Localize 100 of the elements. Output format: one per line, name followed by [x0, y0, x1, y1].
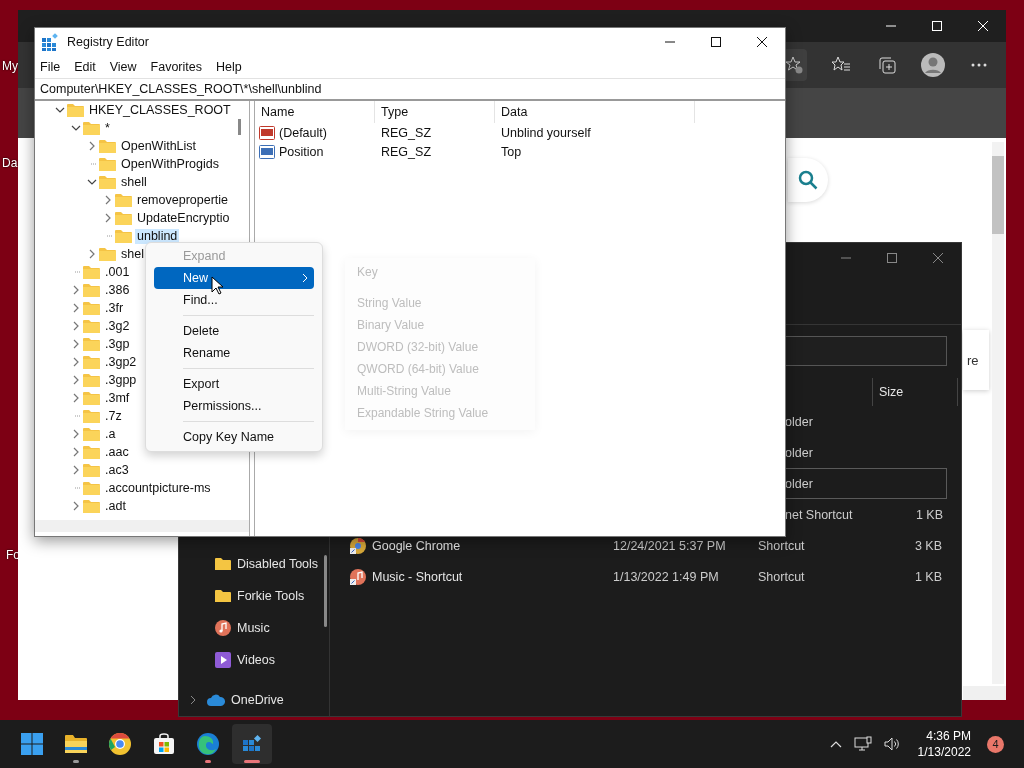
column-header[interactable]: Size: [872, 378, 958, 406]
tree-item[interactable]: HKEY_CLASSES_ROOT: [87, 102, 233, 118]
tree-item[interactable]: .aac: [103, 444, 131, 460]
address-bar[interactable]: Computer\HKEY_CLASSES_ROOT\*\shell\unblind: [35, 78, 785, 101]
music-icon: [215, 620, 231, 636]
file-name[interactable]: Music - Shortcut: [372, 569, 463, 584]
tree-item[interactable]: .386: [103, 282, 132, 298]
menu-item[interactable]: Find...: [154, 289, 314, 311]
network-icon[interactable]: [853, 736, 872, 752]
folder-icon: [99, 139, 116, 153]
nav-item[interactable]: Disabled Tools: [237, 557, 319, 571]
menu-item[interactable]: Copy Key Name: [154, 426, 314, 448]
tree-item[interactable]: OpenWithList: [119, 138, 199, 154]
tree-item[interactable]: .7z: [103, 408, 124, 424]
column-header[interactable]: Data: [495, 101, 695, 123]
tree-item[interactable]: .3g2: [103, 318, 132, 334]
folder-icon: [83, 355, 100, 369]
menu-item[interactable]: Edit: [74, 60, 96, 74]
folder-icon: [99, 157, 116, 171]
menu-item[interactable]: Favorites: [150, 60, 202, 74]
file-name[interactable]: Google Chrome: [372, 538, 461, 553]
tree-item[interactable]: OpenWithProgids: [119, 156, 221, 172]
file-size: 3 KB: [913, 538, 943, 553]
registry-app-icon: [41, 33, 59, 51]
column-header[interactable]: Type: [375, 101, 495, 123]
more-icon: [971, 63, 987, 67]
folder-icon: [83, 481, 100, 495]
value-name[interactable]: Position: [279, 144, 324, 159]
volume-icon[interactable]: [883, 737, 900, 751]
tree-item[interactable]: .3gpp: [103, 372, 139, 388]
search-button[interactable]: [788, 158, 828, 202]
maximize-icon: [931, 20, 943, 32]
folder-icon: [99, 247, 116, 261]
folder-icon: [83, 463, 100, 477]
folder-icon: [83, 445, 100, 459]
tree-item[interactable]: .a: [103, 426, 118, 442]
search-field[interactable]: [785, 336, 947, 366]
expand-chevron-icon[interactable]: [189, 695, 197, 705]
menu-item[interactable]: Delete: [154, 320, 314, 342]
profile-avatar[interactable]: [921, 53, 945, 77]
scrollbar[interactable]: [238, 119, 241, 135]
window-title: Registry Editor: [67, 35, 149, 49]
menu-item[interactable]: Export: [154, 373, 314, 395]
collapse-chevron-icon[interactable]: [87, 177, 99, 187]
tree-item[interactable]: *: [103, 120, 112, 136]
tree-item[interactable]: .accountpicture-ms: [103, 480, 213, 496]
tree-item[interactable]: UpdateEncryptio: [135, 210, 232, 226]
shopping-bag-icon: [153, 733, 175, 755]
focused-row[interactable]: older: [784, 468, 947, 499]
folder-icon: [64, 733, 88, 755]
tree-item[interactable]: .001: [103, 264, 132, 280]
tree-item[interactable]: .adt: [103, 498, 128, 514]
collapse-chevron-icon[interactable]: [55, 105, 67, 115]
tree-item[interactable]: .3fr: [103, 300, 126, 316]
chrome-shortcut-icon: [350, 537, 366, 554]
folder-icon: [115, 193, 132, 207]
round-browser-icon: [108, 732, 132, 756]
menu-item[interactable]: New: [154, 267, 314, 289]
nav-item[interactable]: OneDrive: [231, 693, 284, 707]
menu-item[interactable]: Help: [216, 60, 242, 74]
tree-item[interactable]: .3mf: [103, 390, 132, 406]
menu-item[interactable]: View: [109, 60, 137, 74]
folder-icon: [115, 211, 132, 225]
search-icon: [797, 169, 819, 191]
show-hidden-icons-chevron-icon[interactable]: [829, 740, 842, 748]
menu-item[interactable]: Rename: [154, 342, 314, 364]
value-name[interactable]: (Default): [279, 125, 327, 140]
menu-item[interactable]: File: [40, 60, 61, 74]
tree-item[interactable]: unblind: [135, 228, 180, 244]
card-text: re: [967, 352, 979, 368]
clock-date: 1/13/2022: [917, 744, 971, 760]
menu-item[interactable]: Permissions...: [154, 395, 314, 417]
swirl-browser-icon: [196, 732, 220, 756]
nav-item[interactable]: Videos: [237, 653, 275, 667]
horizontal-scrollbar[interactable]: [963, 686, 1006, 700]
close-icon: [756, 36, 768, 48]
tree-item[interactable]: shel: [119, 246, 146, 262]
maximize-icon: [710, 36, 722, 48]
tree-item[interactable]: shell: [119, 174, 149, 190]
tree-item[interactable]: .3gp: [103, 336, 132, 352]
nav-item[interactable]: Music: [237, 621, 270, 635]
nav-item[interactable]: Forkie Tools: [237, 589, 305, 603]
scrollbar[interactable]: [992, 142, 1004, 684]
collapse-chevron-icon[interactable]: [71, 123, 83, 133]
four-squares-icon: [20, 732, 44, 756]
close-icon: [932, 252, 944, 264]
horizontal-scrollbar[interactable]: [35, 520, 249, 532]
notification-badge[interactable]: 4: [987, 735, 1004, 753]
desktop-icon-label[interactable]: Da: [2, 156, 18, 170]
scrollbar[interactable]: [324, 555, 327, 627]
clock[interactable]: 4:36 PM 1/13/2022: [917, 728, 971, 760]
column-header[interactable]: Name: [255, 101, 375, 123]
file-type: older: [785, 414, 814, 429]
tree-item[interactable]: .ac3: [103, 462, 131, 478]
desktop-icon-label[interactable]: My: [2, 59, 18, 73]
folder-icon: [83, 265, 100, 279]
maximize-icon: [886, 252, 898, 264]
file-size: 1 KB: [913, 569, 943, 584]
tree-item[interactable]: .3gp2: [103, 354, 139, 370]
tree-item[interactable]: removepropertie: [135, 192, 230, 208]
